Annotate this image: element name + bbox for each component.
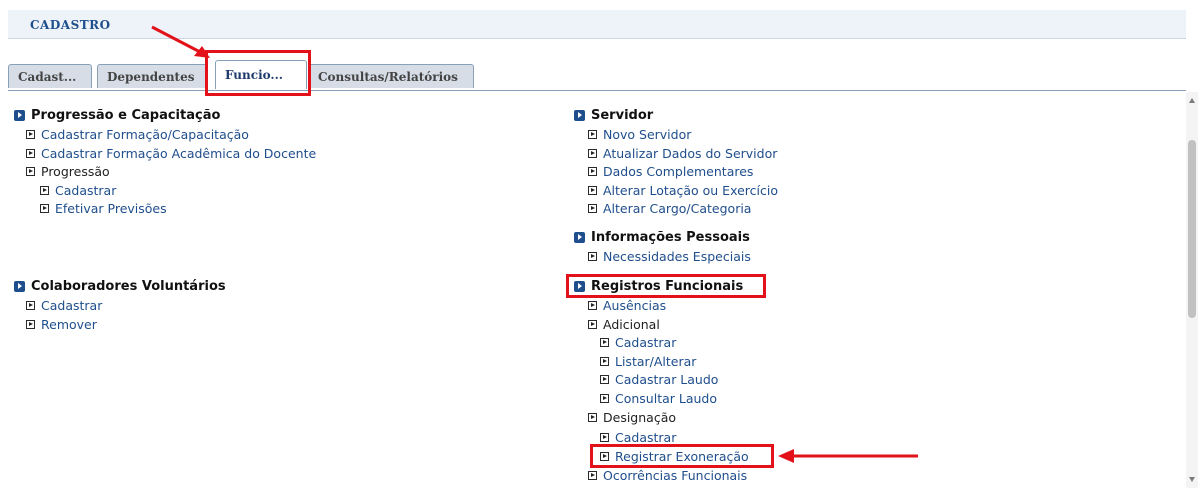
menu-item-listar-alterar[interactable]: Listar/Alterar [600, 353, 696, 370]
menu-item-novo-servidor[interactable]: Novo Servidor [588, 126, 691, 143]
section-bullet-icon [574, 232, 585, 243]
menu-group-progressao: Progressão [26, 163, 110, 180]
menu-bullet-icon [600, 394, 609, 403]
group-adicional-label: Adicional [603, 317, 660, 332]
section-informacoes-pessoais-title: Informações Pessoais [591, 230, 750, 245]
menu-bullet-icon [588, 471, 597, 480]
menu-item-cadastrar-laudo[interactable]: Cadastrar Laudo [600, 371, 718, 388]
menu-bullet-icon [588, 186, 597, 195]
registros-highlight-box [566, 274, 766, 298]
menu-bullet-icon [600, 357, 609, 366]
tab-consultas-relatorios[interactable]: Consultas/Relatórios [308, 64, 474, 88]
menu-item-progressao-cadastrar[interactable]: Cadastrar [40, 182, 116, 199]
link-listar-alterar[interactable]: Listar/Alterar [615, 353, 696, 370]
annotation-arrow-icon [151, 25, 210, 58]
menu-bullet-icon [26, 167, 35, 176]
menu-item-necessidades-especiais[interactable]: Necessidades Especiais [588, 248, 751, 265]
link-cadastrar-formacao-academica[interactable]: Cadastrar Formação Acadêmica do Docente [41, 145, 316, 162]
menu-bullet-icon [26, 149, 35, 158]
menu-item-colaboradores-cadastrar[interactable]: Cadastrar [26, 297, 102, 314]
link-colaboradores-remover[interactable]: Remover [41, 316, 97, 333]
link-cadastrar-formacao-capacitacao[interactable]: Cadastrar Formação/Capacitação [41, 126, 249, 143]
section-progressao: Progressão e Capacitação [14, 108, 220, 123]
menu-group-adicional: Adicional [588, 316, 660, 333]
exoneracao-highlight-box [590, 444, 774, 468]
scrollbar-thumb[interactable] [1188, 140, 1196, 318]
link-progressao-cadastrar[interactable]: Cadastrar [55, 182, 116, 199]
link-colaboradores-cadastrar[interactable]: Cadastrar [41, 297, 102, 314]
link-novo-servidor[interactable]: Novo Servidor [603, 126, 691, 143]
menu-bullet-icon [600, 338, 609, 347]
menu-item-cadastrar-formacao-capacitacao[interactable]: Cadastrar Formação/Capacitação [26, 126, 249, 143]
menu-bullet-icon [588, 301, 597, 310]
menu-item-atualizar-dados[interactable]: Atualizar Dados do Servidor [588, 145, 777, 162]
link-consultar-laudo[interactable]: Consultar Laudo [615, 390, 717, 407]
link-dados-complementares[interactable]: Dados Complementares [603, 163, 753, 180]
section-servidor: Servidor [574, 108, 653, 123]
menu-item-dados-complementares[interactable]: Dados Complementares [588, 163, 753, 180]
menu-group-designacao: Designação [588, 409, 676, 426]
menu-bullet-icon [588, 204, 597, 213]
section-colaboradores-title: Colaboradores Voluntários [31, 279, 226, 294]
menu-bullet-icon [588, 167, 597, 176]
menu-bullet-icon [26, 130, 35, 139]
link-alterar-cargo[interactable]: Alterar Cargo/Categoria [603, 200, 751, 217]
section-progressao-title: Progressão e Capacitação [31, 108, 221, 123]
section-informacoes-pessoais: Informações Pessoais [574, 230, 750, 245]
menu-item-consultar-laudo[interactable]: Consultar Laudo [600, 390, 717, 407]
menu-item-ausencias[interactable]: Ausências [588, 297, 666, 314]
menu-bullet-icon [588, 149, 597, 158]
menu-bullet-icon [40, 204, 49, 213]
link-atualizar-dados[interactable]: Atualizar Dados do Servidor [603, 145, 777, 162]
menu-bullet-icon [40, 186, 49, 195]
link-alterar-lotacao[interactable]: Alterar Lotação ou Exercício [603, 182, 778, 199]
menu-bullet-icon [588, 130, 597, 139]
group-designacao-label: Designação [603, 410, 676, 425]
tab-cadastro[interactable]: Cadast... [8, 64, 92, 88]
link-ausencias[interactable]: Ausências [603, 297, 666, 314]
section-bullet-icon [14, 110, 25, 121]
section-bullet-icon [574, 110, 585, 121]
menu-item-cadastrar-formacao-academica[interactable]: Cadastrar Formação Acadêmica do Docente [26, 145, 316, 162]
menu-bullet-icon [26, 320, 35, 329]
vertical-scrollbar[interactable] [1186, 92, 1198, 488]
menu-bullet-icon [26, 301, 35, 310]
link-adicional-cadastrar[interactable]: Cadastrar [615, 334, 676, 351]
section-colaboradores: Colaboradores Voluntários [14, 279, 226, 294]
menu-item-efetivar-previsoes[interactable]: Efetivar Previsões [40, 200, 167, 217]
menu-item-colaboradores-remover[interactable]: Remover [26, 316, 97, 333]
link-ocorrencias-funcionais[interactable]: Ocorrências Funcionais [603, 467, 747, 484]
menu-item-ocorrencias-funcionais[interactable]: Ocorrências Funcionais [588, 467, 747, 484]
scroll-down-icon[interactable] [1189, 477, 1195, 482]
menu-bullet-icon [588, 413, 597, 422]
page-title: CADASTRO [30, 18, 111, 32]
link-necessidades-especiais[interactable]: Necessidades Especiais [603, 248, 751, 265]
menu-bullet-icon [588, 252, 597, 261]
tab-highlight-box [205, 50, 311, 96]
menu-item-alterar-cargo[interactable]: Alterar Cargo/Categoria [588, 200, 751, 217]
section-servidor-title: Servidor [591, 108, 654, 123]
annotation-arrow-icon [778, 449, 918, 463]
scroll-up-icon[interactable] [1189, 98, 1195, 103]
menu-item-alterar-lotacao[interactable]: Alterar Lotação ou Exercício [588, 182, 778, 199]
menu-bullet-icon [600, 375, 609, 384]
menu-bullet-icon [588, 320, 597, 329]
menu-item-adicional-cadastrar[interactable]: Cadastrar [600, 334, 676, 351]
link-efetivar-previsoes[interactable]: Efetivar Previsões [55, 200, 167, 217]
menu-bullet-icon [600, 433, 609, 442]
section-bullet-icon [14, 281, 25, 292]
link-cadastrar-laudo[interactable]: Cadastrar Laudo [615, 371, 718, 388]
group-progressao-label: Progressão [41, 164, 110, 179]
